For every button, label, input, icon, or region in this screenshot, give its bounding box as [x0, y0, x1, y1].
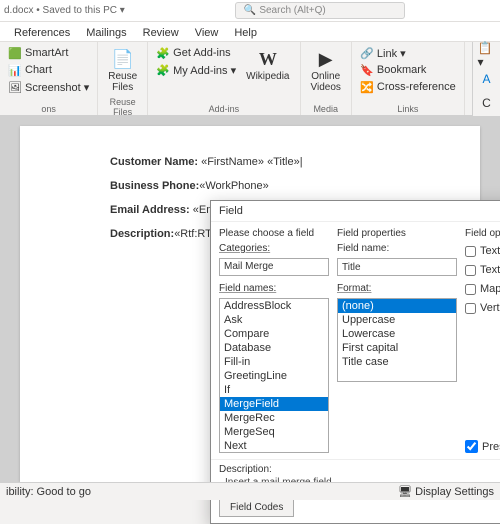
status-bar: ibility: Good to go 🖥 Display Settings — [0, 482, 500, 500]
group-media: Media — [307, 104, 345, 114]
list-item[interactable]: Fill-in — [220, 355, 328, 369]
list-item[interactable]: Database — [220, 341, 328, 355]
wikipedia-button[interactable]: W Wikipedia — [242, 45, 293, 84]
display-settings[interactable]: 🖥 Display Settings — [398, 485, 494, 498]
preserve-check[interactable]: Preserve — [465, 440, 500, 453]
list-item[interactable]: (none) — [338, 299, 456, 313]
reuse-icon: 📄 — [111, 47, 135, 71]
file-name: d.docx • Saved to this PC ▾ — [4, 5, 125, 16]
my-addins-button[interactable]: 🧩My Add-ins ▾ — [154, 62, 238, 78]
dropcap-icon[interactable]: C — [478, 94, 496, 112]
search-box[interactable]: 🔍 Search (Alt+Q) — [235, 2, 405, 19]
options-label: Field options — [465, 228, 500, 239]
list-item[interactable]: MergeSeq — [220, 425, 328, 439]
fieldname-label: Field name: — [337, 243, 457, 254]
list-item[interactable]: MergeField — [220, 397, 328, 411]
search-placeholder: Search (Alt+Q) — [259, 5, 325, 16]
categories-label: Categories: — [219, 243, 329, 254]
crossref-icon: 🔀 — [360, 80, 374, 94]
bookmark-button[interactable]: 🔖Bookmark — [358, 62, 458, 78]
group-links: Links — [358, 104, 458, 114]
group-reuse: Reuse Files — [104, 97, 141, 117]
fieldnames-list[interactable]: AddressBlockAskCompareDatabaseFill-inGre… — [219, 298, 329, 453]
format-list[interactable]: (none)UppercaseLowercaseFirst capitalTit… — [337, 298, 457, 382]
quickparts-icon[interactable]: 📋▾ — [478, 46, 496, 64]
list-item[interactable]: Title case — [338, 355, 456, 369]
link-button[interactable]: 🔗Link ▾ — [358, 45, 458, 61]
list-item[interactable]: Lowercase — [338, 327, 456, 341]
choose-label: Please choose a field — [219, 228, 329, 239]
link-icon: 🔗 — [360, 46, 374, 60]
ribbon: 🟩SmartArt 📊Chart 🖼Screenshot ▾ ons 📄 Reu… — [0, 42, 500, 116]
doc-label: Business Phone: — [110, 180, 199, 192]
merge-field: «FirstName» «Title» — [201, 156, 300, 168]
tab-review[interactable]: Review — [135, 25, 187, 41]
field-dialog: Field Please choose a field Categories: … — [210, 200, 500, 524]
get-addins-button[interactable]: 🧩Get Add-ins — [154, 45, 238, 61]
categories-select[interactable]: Mail Merge — [219, 258, 329, 276]
opt-textbefore[interactable]: Text to — [465, 245, 500, 257]
merge-field: «WorkPhone» — [199, 180, 269, 192]
group-illustrations: ons — [6, 104, 91, 114]
addins-icon: 🧩 — [156, 63, 170, 77]
wikipedia-icon: W — [256, 47, 280, 71]
field-codes-button[interactable]: Field Codes — [219, 498, 294, 517]
video-icon: ▶ — [314, 47, 338, 71]
chart-button[interactable]: 📊Chart — [6, 62, 91, 78]
list-item[interactable]: MergeRec — [220, 411, 328, 425]
search-icon: 🔍 — [244, 5, 256, 16]
list-item[interactable]: AddressBlock — [220, 299, 328, 313]
format-label: Format: — [337, 283, 457, 294]
list-item[interactable]: Compare — [220, 327, 328, 341]
doc-label: Description: — [110, 228, 174, 240]
group-addins: Add-ins — [154, 104, 293, 114]
fieldnames-label: Field names: — [219, 283, 329, 294]
fieldname-input[interactable] — [337, 258, 457, 276]
accessibility-status[interactable]: ibility: Good to go — [6, 486, 91, 498]
doc-label: Email Address: — [110, 204, 193, 216]
opt-textafter[interactable]: Text to — [465, 264, 500, 276]
ribbon-tabs: References Mailings Review View Help — [0, 22, 500, 42]
online-videos-button[interactable]: ▶ Online Videos — [307, 45, 345, 95]
store-icon: 🧩 — [156, 46, 170, 60]
text-cursor: | — [300, 156, 303, 168]
list-item[interactable]: Uppercase — [338, 313, 456, 327]
bookmark-icon: 🔖 — [360, 63, 374, 77]
list-item[interactable]: First capital — [338, 341, 456, 355]
list-item[interactable]: Next — [220, 439, 328, 453]
tab-references[interactable]: References — [6, 25, 78, 41]
crossref-button[interactable]: 🔀Cross-reference — [358, 79, 458, 95]
screenshot-button[interactable]: 🖼Screenshot ▾ — [6, 79, 91, 95]
desc-label: Description: — [219, 464, 500, 475]
reuse-files-button[interactable]: 📄 Reuse Files — [104, 45, 141, 95]
list-item[interactable]: GreetingLine — [220, 369, 328, 383]
tab-view[interactable]: View — [187, 25, 227, 41]
smartart-icon: 🟩 — [8, 46, 22, 60]
wordart-icon[interactable]: A — [478, 70, 496, 88]
chart-icon: 📊 — [8, 63, 22, 77]
list-item[interactable]: If — [220, 383, 328, 397]
tab-mailings[interactable]: Mailings — [78, 25, 134, 41]
doc-label: Customer Name: — [110, 156, 201, 168]
list-item[interactable]: Ask — [220, 313, 328, 327]
opt-mapped[interactable]: Mapped — [465, 283, 500, 295]
screenshot-icon: 🖼 — [8, 80, 22, 94]
tab-help[interactable]: Help — [226, 25, 265, 41]
dialog-title: Field — [211, 201, 500, 222]
props-label: Field properties — [337, 228, 457, 239]
smartart-button[interactable]: 🟩SmartArt — [6, 45, 91, 61]
display-icon: 🖥 — [398, 486, 412, 498]
opt-vertical[interactable]: Vertical — [465, 302, 500, 314]
